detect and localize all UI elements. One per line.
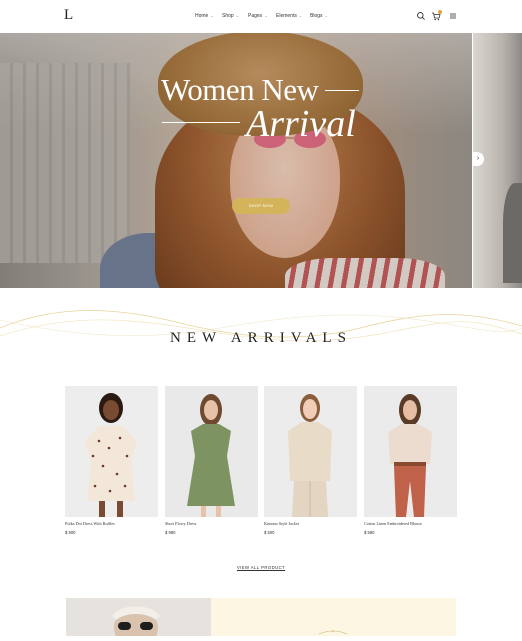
product-name[interactable]: Cotton Linen Embroidered Blouse	[364, 521, 457, 526]
product-card[interactable]: Polka Dot Dress With Ruffles $ 900	[65, 386, 158, 535]
chevron-down-icon: ⌄	[264, 13, 268, 18]
product-photo-model	[264, 386, 357, 517]
hero-title-rule	[162, 122, 240, 123]
product-image[interactable]	[264, 386, 357, 517]
product-card[interactable]: Short Flowy Dress $ 980	[165, 386, 258, 535]
decorative-waves	[0, 310, 522, 342]
product-name[interactable]: Kimono Style Jacket	[264, 521, 357, 526]
shop-now-button[interactable]: SHOP NOW	[232, 198, 290, 214]
main-nav: Home ⌄ Shop ⌄ Pages ⌄ Elements ⌄ Blogs ⌄	[0, 0, 522, 33]
menu-icon[interactable]	[448, 11, 458, 21]
nav-label: Blogs	[310, 13, 323, 19]
product-name[interactable]: Polka Dot Dress With Ruffles	[65, 521, 158, 526]
nav-item-shop[interactable]: Shop ⌄	[222, 13, 239, 19]
product-image[interactable]	[165, 386, 258, 517]
product-card[interactable]: Cotton Linen Embroidered Blouse $ 590	[364, 386, 457, 535]
promo-model-photo	[66, 598, 211, 636]
nav-item-elements[interactable]: Elements ⌄	[276, 13, 302, 19]
search-icon[interactable]	[416, 11, 426, 21]
new-arrivals-title: NEW ARRIVALS	[170, 330, 352, 346]
product-price: $ 500	[264, 530, 275, 535]
product-price: $ 590	[364, 530, 375, 535]
chevron-down-icon: ⌄	[235, 13, 240, 18]
chevron-down-icon: ⌄	[298, 13, 303, 18]
view-all-label: VIEW ALL PRODUCT	[236, 565, 286, 570]
product-name[interactable]: Short Flowy Dress	[165, 521, 258, 526]
view-all-products-link[interactable]: VIEW ALL PRODUCT	[0, 565, 522, 570]
product-image[interactable]	[364, 386, 457, 517]
cart-badge	[438, 10, 442, 14]
chevron-down-icon: ⌄	[324, 13, 328, 18]
nav-item-pages[interactable]: Pages ⌄	[248, 13, 268, 19]
nav-item-blogs[interactable]: Blogs ⌄	[310, 13, 328, 19]
nav-label: Elements	[276, 13, 297, 19]
nav-label: Shop	[222, 13, 234, 19]
product-photo-model	[165, 386, 258, 517]
product-card[interactable]: Kimono Style Jacket $ 500	[264, 386, 357, 535]
nav-item-home[interactable]: Home ⌄	[195, 13, 214, 19]
product-image[interactable]	[65, 386, 158, 517]
product-price: $ 980	[165, 530, 176, 535]
next-slide-model	[503, 183, 522, 283]
nav-label: Pages	[248, 13, 263, 19]
site-header: L Home ⌄ Shop ⌄ Pages ⌄ Elements ⌄ Blogs ⌄	[0, 0, 522, 33]
chevron-down-icon: ⌄	[210, 13, 214, 18]
promo-ornament	[318, 630, 348, 635]
nav-label: Home	[195, 13, 209, 19]
product-price: $ 900	[65, 530, 76, 535]
hero-title-rule	[325, 90, 359, 91]
product-photo-model	[364, 386, 457, 517]
promo-banner-text	[211, 598, 456, 636]
hero-title-line2: Arrival	[246, 103, 356, 145]
promo-banner-image[interactable]	[66, 598, 211, 636]
product-photo-model	[65, 386, 158, 517]
